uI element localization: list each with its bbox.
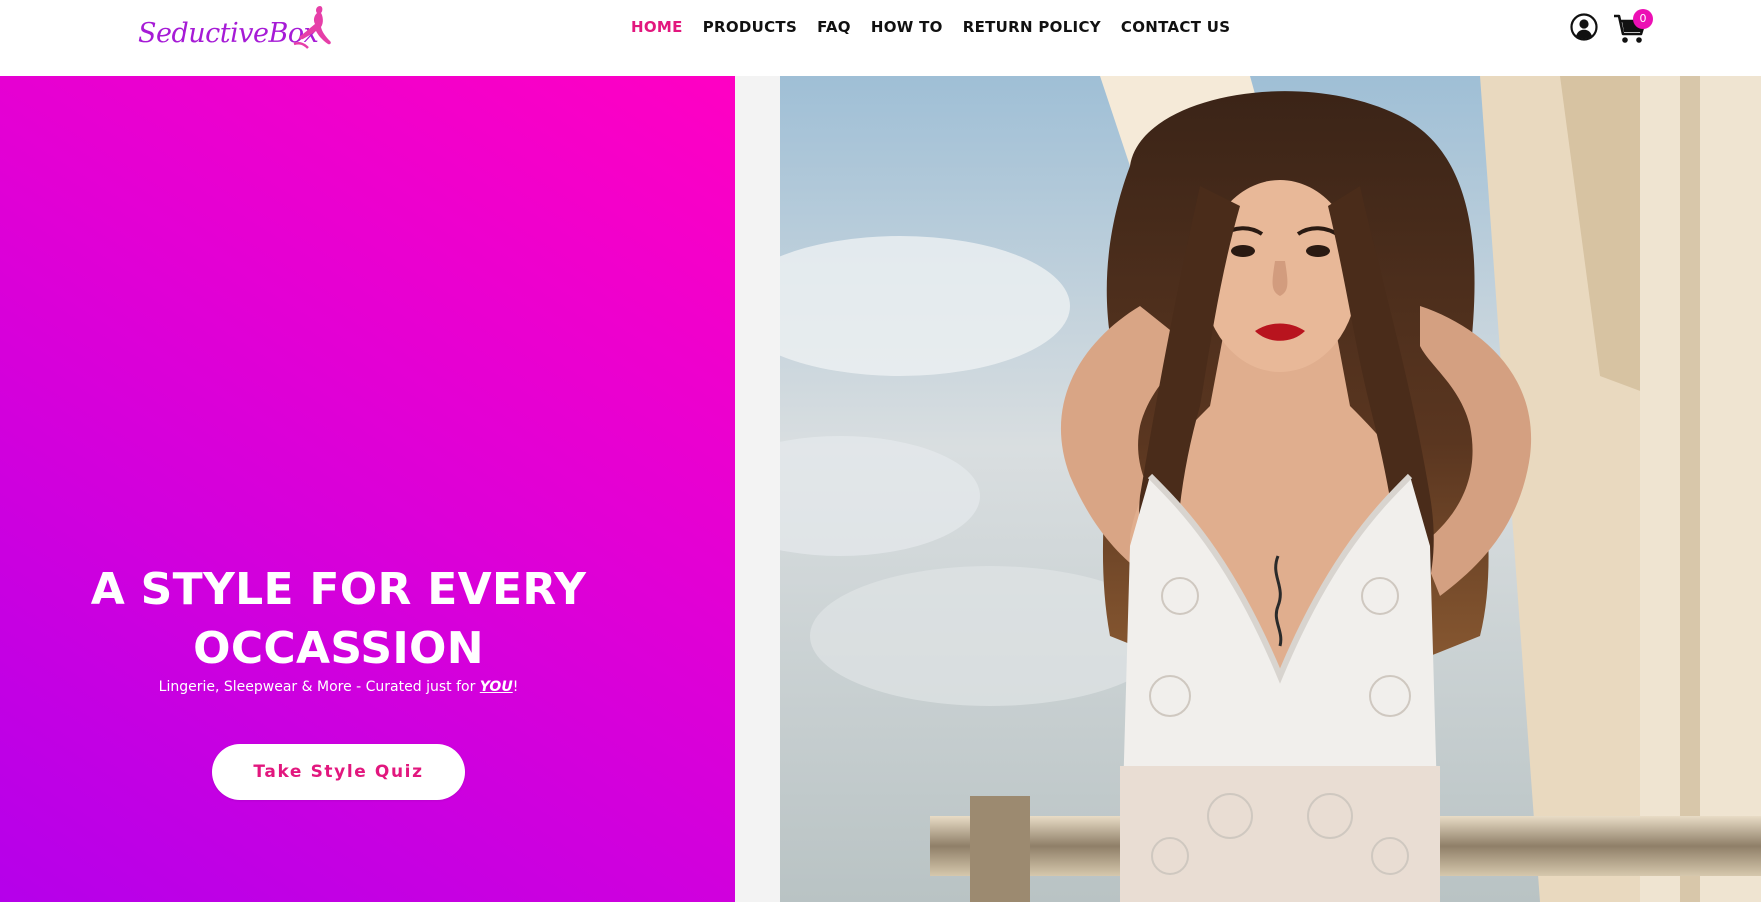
nav-item-contact-us[interactable]: CONTACT US [1121, 18, 1230, 36]
nav-item-home[interactable]: HOME [631, 18, 683, 36]
hero-headline-line1: A STYLE FOR EVERY [90, 564, 587, 615]
hero-subtitle: Lingerie, Sleepwear & More - Curated jus… [0, 679, 677, 695]
nav-item-faq[interactable]: FAQ [817, 18, 851, 36]
cart-button[interactable]: 0 [1613, 9, 1653, 45]
hero-subtitle-suffix: ! [512, 679, 519, 695]
site-logo[interactable]: SeductiveBox [138, 4, 334, 52]
hero-headline: A STYLE FOR EVERY OCCASSION [0, 560, 677, 678]
cart-count-badge: 0 [1633, 9, 1653, 29]
hero-panel: A STYLE FOR EVERY OCCASSION Lingerie, Sl… [0, 76, 735, 902]
nav-item-products[interactable]: PRODUCTS [703, 18, 797, 36]
hero-subtitle-text: Lingerie, Sleepwear & More - Curated jus… [158, 679, 480, 695]
hero-subtitle-emphasis: YOU [479, 679, 513, 695]
main-nav: HOME PRODUCTS FAQ HOW TO RETURN POLICY C… [631, 16, 1250, 38]
nav-item-return-policy[interactable]: RETURN POLICY [963, 18, 1101, 36]
hero-model-image [780, 76, 1761, 902]
nav-item-how-to[interactable]: HOW TO [871, 18, 943, 36]
hero-headline-line2: OCCASSION [193, 623, 484, 674]
divider-strip [735, 76, 780, 902]
site-header: SeductiveBox HOME PRODUCTS FAQ HOW TO RE… [0, 0, 1761, 76]
take-style-quiz-button[interactable]: Take Style Quiz [212, 744, 465, 800]
logo-figure-icon [293, 6, 331, 49]
user-circle-icon[interactable] [1570, 13, 1598, 41]
